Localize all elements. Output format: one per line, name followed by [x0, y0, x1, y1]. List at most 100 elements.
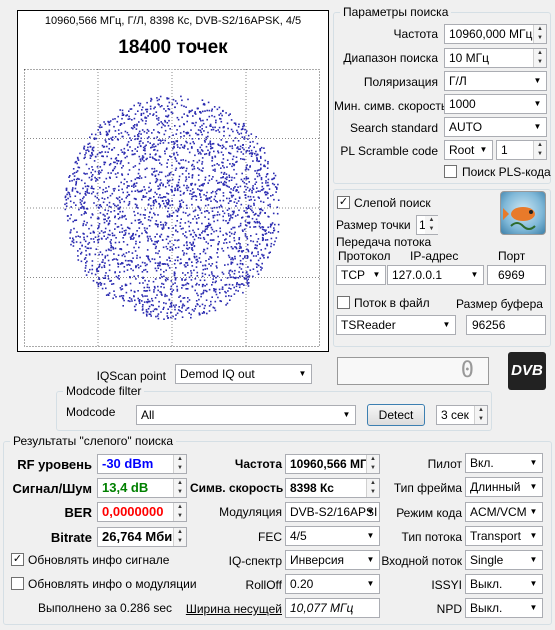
proto-select[interactable]: TCP ▼ — [336, 265, 386, 285]
iqscan-select[interactable]: Demod IQ out ▼ — [175, 364, 312, 384]
app-select[interactable]: TSReader ▼ — [336, 315, 456, 335]
res-sr-value: 8398 Кс ▲ ▼ — [285, 478, 380, 498]
freq-spin: ▲ ▼ — [533, 25, 546, 43]
code-label: Режим кода — [396, 506, 462, 520]
chevron-down-icon: ▼ — [529, 531, 538, 540]
iq-constellation-panel: 10960,566 МГц, Г/Л, 8398 Кс, DVB-S2/16AP… — [17, 10, 329, 352]
pls-value-input[interactable]: 1 ▲ ▼ — [496, 140, 547, 160]
buffer-input[interactable]: 96256 — [466, 315, 546, 335]
stype-label: Тип потока — [401, 530, 462, 544]
range-input[interactable]: 10 МГц ▲ ▼ — [444, 48, 547, 68]
dot-size-label: Размер точки — [336, 218, 411, 232]
chevron-down-icon: ▼ — [529, 482, 538, 491]
res-iqs-label: IQ-спектр — [228, 554, 282, 568]
port-label: Порт — [498, 249, 526, 263]
bitrate-value: 26,764 Мби ▲ ▼ — [97, 527, 187, 547]
port-input[interactable]: 6969 — [487, 265, 546, 285]
chevron-down-icon: ▼ — [529, 555, 538, 564]
ber-value: 0,0000000 ▲ ▼ — [97, 502, 187, 522]
range-spin: ▲ ▼ — [533, 49, 546, 67]
dot-size-spin[interactable]: ▲ ▼ — [425, 216, 438, 234]
freq-input[interactable]: 10960,000 МГц ▲ ▼ — [444, 24, 547, 44]
chevron-down-icon: ▼ — [366, 555, 375, 564]
detect-time-input[interactable]: 3 сек ▲ ▼ — [436, 405, 488, 425]
ip-label: IP-адрес — [410, 249, 459, 263]
res-rolloff-select[interactable]: 0.20 ▼ — [285, 574, 380, 594]
chevron-down-icon: ▼ — [366, 531, 375, 540]
res-freq-label: Частота — [234, 457, 282, 471]
frame-label: Тип фрейма — [393, 481, 462, 495]
chevron-down-icon: ▼ — [366, 579, 375, 588]
pls-spin: ▲ ▼ — [533, 141, 546, 159]
search-params-title: Параметры поиска — [340, 5, 452, 19]
pilot-label: Пилот — [427, 457, 462, 471]
iq-info-line: 10960,566 МГц, Г/Л, 8398 Кс, DVB-S2/16AP… — [44, 15, 302, 27]
res-fec-label: FEC — [258, 530, 282, 544]
minsr-label: Мин. симв. скорость — [334, 99, 448, 113]
blind-search-checkbox[interactable]: ✓ — [337, 196, 350, 209]
chevron-down-icon: ▼ — [366, 507, 375, 516]
chevron-down-icon: ▼ — [470, 270, 479, 279]
buffer-label: Размер буфера — [456, 297, 543, 311]
npd-select[interactable]: Выкл. ▼ — [465, 598, 543, 618]
modcode-select[interactable]: All ▼ — [136, 405, 356, 425]
pilot-select[interactable]: Вкл. ▼ — [465, 453, 543, 473]
blind-search-label: Слепой поиск — [354, 196, 431, 210]
chevron-down-icon: ▼ — [529, 579, 538, 588]
update-mod-checkbox[interactable] — [11, 577, 24, 590]
stream-title: Передача потока — [336, 235, 432, 249]
std-select[interactable]: AUTO ▼ — [444, 117, 547, 137]
pls-label: PL Scramble code — [340, 144, 438, 158]
update-mod-label: Обновлять инфо о модуляции — [28, 577, 197, 591]
stype-select[interactable]: Transport ▼ — [465, 526, 543, 546]
chevron-down-icon: ▼ — [529, 603, 538, 612]
issyi-label: ISSYI — [431, 578, 462, 592]
res-fec-select[interactable]: 4/5 ▼ — [285, 526, 380, 546]
chevron-down-icon: ▼ — [479, 145, 488, 154]
pls-search-checkbox[interactable] — [444, 165, 457, 178]
file-stream-checkbox[interactable] — [337, 296, 350, 309]
snr-value: 13,4 dB ▲ ▼ — [97, 478, 187, 498]
issyi-select[interactable]: Выкл. ▼ — [465, 574, 543, 594]
code-select[interactable]: ACM/VCM ▼ — [465, 502, 543, 522]
chevron-down-icon: ▼ — [298, 369, 307, 378]
range-label: Диапазон поиска — [343, 51, 438, 65]
instream-select[interactable]: Single ▼ — [465, 550, 543, 570]
update-signal-checkbox[interactable]: ✓ — [11, 553, 24, 566]
signal-display: 0 — [337, 357, 489, 385]
res-sr-label: Симв. скорость — [190, 481, 284, 495]
pol-label: Поляризация — [363, 75, 438, 89]
npd-label: NPD — [436, 602, 462, 616]
chevron-down-icon: ▼ — [342, 410, 351, 419]
res-bw-label[interactable]: Ширина несущей — [180, 602, 282, 616]
dvb-logo: DVB — [508, 352, 546, 390]
ip-select[interactable]: 127.0.0.1 ▼ — [387, 265, 484, 285]
update-signal-label: Обновлять инфо сигнале — [28, 553, 170, 567]
bitrate-spin: ▲ ▼ — [173, 528, 186, 546]
res-sr-spin: ▲ ▼ — [366, 479, 379, 497]
fish-logo-icon[interactable] — [500, 191, 546, 235]
snr-label: Сигнал/Шум — [12, 481, 93, 496]
rf-value: -30 dBm ▲ ▼ — [97, 454, 187, 474]
done-time: Выполнено за 0.286 sec — [38, 601, 173, 615]
ber-label: BER — [64, 505, 92, 520]
chevron-down-icon: ▼ — [533, 76, 542, 85]
detect-button[interactable]: Detect — [367, 404, 425, 426]
pls-mode-select[interactable]: Root ▼ — [444, 140, 493, 160]
minsr-select[interactable]: 1000 ▼ — [444, 94, 547, 114]
bitrate-label: Bitrate — [50, 530, 92, 545]
freq-label: Частота — [393, 27, 438, 41]
res-mod-select[interactable]: DVB-S2/16APSI ▼ — [285, 502, 380, 522]
res-mod-label: Модуляция — [219, 505, 282, 519]
chevron-down-icon: ▼ — [372, 270, 381, 279]
res-bw-value: 10,077 МГц — [285, 598, 380, 618]
pls-search-label: Поиск PLS-кода — [462, 165, 551, 179]
chevron-down-icon: ▼ — [529, 458, 538, 467]
std-label: Search standard — [349, 121, 438, 135]
pol-select[interactable]: Г/Л ▼ — [444, 71, 547, 91]
frame-select[interactable]: Длинный ▼ — [465, 477, 543, 497]
res-freq-value: 10960,566 МГ ▲ ▼ — [285, 454, 380, 474]
snr-spin: ▲ ▼ — [173, 479, 186, 497]
res-iqs-select[interactable]: Инверсия ▼ — [285, 550, 380, 570]
instream-label: Входной поток — [381, 554, 462, 568]
